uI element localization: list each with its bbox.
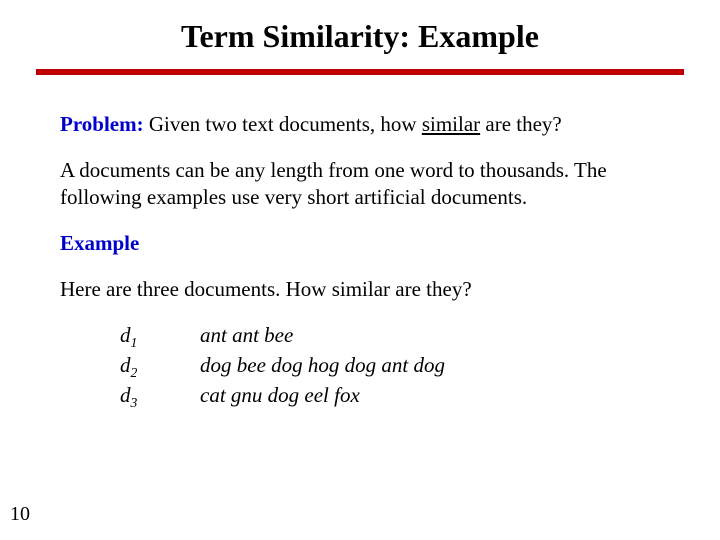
doc-row: d2 dog bee dog hog dog ant dog (120, 352, 660, 382)
problem-line: Problem: Given two text documents, how s… (60, 111, 660, 137)
doc-id: d1 (120, 322, 200, 352)
slide-content: Problem: Given two text documents, how s… (0, 75, 720, 412)
example-label: Example (60, 230, 660, 256)
problem-text-before: Given two text documents, how (149, 112, 422, 136)
problem-label: Problem: (60, 112, 144, 136)
doc-id: d3 (120, 382, 200, 412)
problem-text-underlined: similar (422, 112, 480, 136)
paragraph-1: A documents can be any length from one w… (60, 157, 660, 210)
documents-list: d1 ant ant bee d2 dog bee dog hog dog an… (120, 322, 660, 412)
doc-row: d3 cat gnu dog eel fox (120, 382, 660, 412)
question-line: Here are three documents. How similar ar… (60, 276, 660, 302)
slide-title: Term Similarity: Example (0, 0, 720, 69)
doc-row: d1 ant ant bee (120, 322, 660, 352)
doc-text: dog bee dog hog dog ant dog (200, 352, 445, 382)
doc-text: cat gnu dog eel fox (200, 382, 360, 412)
doc-text: ant ant bee (200, 322, 293, 352)
page-number: 10 (10, 503, 30, 526)
doc-id: d2 (120, 352, 200, 382)
problem-text-after: are they? (480, 112, 562, 136)
